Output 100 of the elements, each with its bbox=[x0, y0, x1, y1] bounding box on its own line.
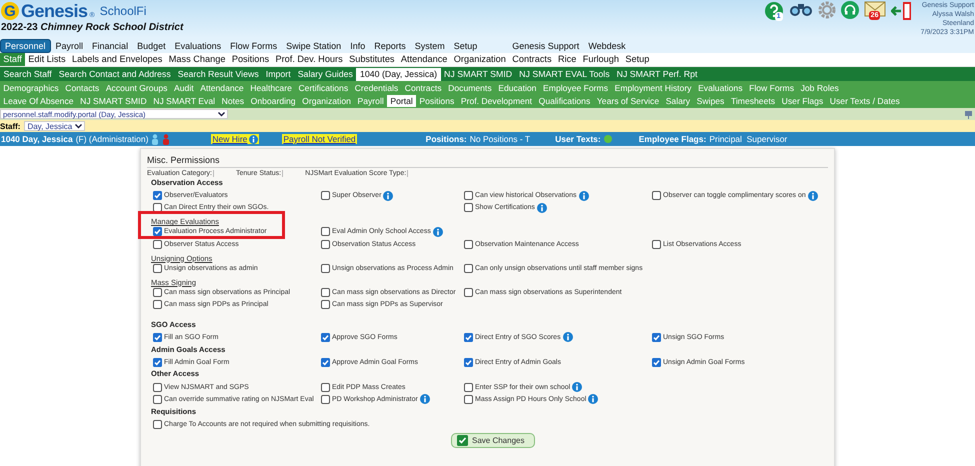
record-tab[interactable]: Attendance bbox=[196, 82, 247, 94]
record-tab[interactable]: Job Roles bbox=[797, 82, 842, 94]
checkbox[interactable] bbox=[464, 203, 473, 212]
record-tab[interactable]: Documents bbox=[444, 82, 495, 94]
checkbox[interactable] bbox=[153, 382, 162, 392]
record-tab[interactable]: Timesheets bbox=[728, 94, 778, 107]
record-tab[interactable]: Onboarding bbox=[247, 94, 299, 107]
record-tab[interactable]: Flow Forms bbox=[746, 82, 798, 94]
main-menu-item[interactable]: Personnel bbox=[0, 38, 51, 52]
record-tab[interactable]: Organization bbox=[298, 94, 354, 107]
record-tab[interactable]: Healthcare bbox=[247, 82, 296, 94]
info-icon[interactable] bbox=[588, 394, 598, 404]
record-tab[interactable]: Notes bbox=[218, 94, 248, 107]
exit-door-icon[interactable] bbox=[890, 1, 913, 21]
info-icon[interactable] bbox=[536, 202, 547, 213]
checkbox[interactable] bbox=[464, 288, 473, 297]
main-menu-item[interactable]: Flow Forms bbox=[226, 40, 282, 52]
info-icon[interactable] bbox=[562, 332, 573, 342]
new-hire-link[interactable]: New Hire bbox=[211, 134, 260, 144]
staff-tab[interactable]: Salary Guides bbox=[294, 68, 356, 80]
staff-tab[interactable]: Search Staff bbox=[0, 68, 56, 80]
sub-menu-item[interactable]: Setup bbox=[622, 53, 653, 66]
checkbox[interactable] bbox=[652, 191, 661, 200]
checkbox[interactable] bbox=[464, 332, 473, 342]
staff-tab[interactable]: Search Contact and Address bbox=[55, 68, 174, 80]
sub-menu-item[interactable]: Organization bbox=[450, 53, 510, 66]
main-menu-item[interactable]: System bbox=[410, 40, 449, 52]
record-tab[interactable]: User Flags bbox=[778, 94, 826, 107]
checkbox[interactable] bbox=[321, 358, 330, 367]
headset-icon[interactable] bbox=[840, 1, 859, 19]
record-tab[interactable]: Credentials bbox=[351, 82, 402, 94]
checkbox[interactable] bbox=[153, 264, 162, 273]
main-menu-item[interactable]: Payroll bbox=[52, 40, 88, 52]
info-icon[interactable] bbox=[432, 226, 443, 237]
main-menu-item[interactable]: Genesis Support bbox=[508, 40, 584, 52]
checkbox[interactable] bbox=[464, 394, 473, 404]
checkbox[interactable] bbox=[321, 227, 330, 236]
main-menu-item[interactable]: Webdesk bbox=[584, 40, 630, 52]
record-tab[interactable]: Years of Service bbox=[594, 94, 662, 107]
checkbox[interactable] bbox=[652, 358, 661, 367]
checkbox[interactable] bbox=[153, 332, 162, 342]
record-tab[interactable]: Portal bbox=[387, 94, 416, 107]
checkbox[interactable] bbox=[321, 394, 330, 404]
sub-menu-item[interactable]: Rice bbox=[554, 53, 580, 66]
staff-tab[interactable]: NJ SMART Perf. Rpt bbox=[613, 68, 701, 80]
save-changes-button[interactable]: Save Changes bbox=[451, 433, 536, 448]
main-menu-item[interactable]: Budget bbox=[133, 40, 170, 52]
staff-tab[interactable]: Search Result Views bbox=[174, 68, 262, 80]
checkbox[interactable] bbox=[153, 300, 162, 310]
checkbox[interactable] bbox=[464, 240, 473, 249]
sub-menu-item[interactable]: Staff bbox=[0, 53, 26, 66]
info-icon[interactable] bbox=[420, 394, 430, 404]
checkbox[interactable] bbox=[153, 288, 162, 297]
record-tab[interactable]: Swipes bbox=[693, 94, 728, 107]
record-tab[interactable]: Education bbox=[494, 82, 540, 94]
checkbox[interactable] bbox=[153, 420, 162, 429]
pin-icon[interactable] bbox=[964, 110, 973, 118]
record-tab[interactable]: Contacts bbox=[62, 82, 103, 94]
binoculars-icon[interactable] bbox=[788, 1, 813, 17]
staff-tab[interactable]: Import bbox=[262, 68, 294, 80]
checkbox[interactable] bbox=[153, 203, 162, 212]
checkbox[interactable] bbox=[321, 332, 330, 342]
sub-menu-item[interactable]: Contracts bbox=[509, 53, 555, 66]
info-icon[interactable] bbox=[578, 190, 589, 201]
sub-menu-item[interactable]: Substitutes bbox=[346, 53, 398, 66]
record-tab[interactable]: Contracts bbox=[401, 82, 445, 94]
record-tab[interactable]: Certifications bbox=[295, 82, 352, 94]
record-tab[interactable]: Prof. Development bbox=[458, 94, 536, 107]
checkbox[interactable] bbox=[464, 358, 473, 367]
checkbox[interactable] bbox=[153, 227, 162, 236]
sub-menu-item[interactable]: Mass Change bbox=[166, 53, 229, 66]
checkbox[interactable] bbox=[464, 191, 473, 200]
staff-select[interactable]: Day, Jessica bbox=[24, 121, 86, 131]
info-icon[interactable] bbox=[572, 382, 582, 392]
record-tab[interactable]: Account Groups bbox=[102, 82, 171, 94]
main-menu-item[interactable]: Setup bbox=[450, 40, 482, 52]
record-tab[interactable]: Salary bbox=[662, 94, 694, 107]
record-tab[interactable]: Demographics bbox=[0, 82, 62, 94]
checkbox[interactable] bbox=[464, 264, 473, 273]
staff-tab[interactable]: 1040 (Day, Jessica) bbox=[356, 68, 441, 80]
payroll-status-link[interactable]: Payroll Not Verified bbox=[282, 134, 357, 144]
sub-menu-item[interactable]: Attendance bbox=[398, 53, 451, 66]
staff-tab[interactable]: NJ SMART EVAL Tools bbox=[516, 68, 614, 80]
sub-menu-item[interactable]: Positions bbox=[228, 53, 272, 66]
checkbox[interactable] bbox=[153, 394, 162, 404]
checkbox[interactable] bbox=[321, 240, 330, 249]
checkbox[interactable] bbox=[321, 191, 330, 200]
checkbox[interactable] bbox=[652, 240, 661, 249]
record-tab[interactable]: User Texts / Dates bbox=[826, 94, 904, 107]
main-menu-item[interactable]: Reports bbox=[370, 40, 410, 52]
staff-tab[interactable]: NJ SMART SMID bbox=[440, 68, 516, 80]
record-tab[interactable]: Employment History bbox=[611, 82, 695, 94]
checkbox[interactable] bbox=[652, 332, 661, 342]
record-tab[interactable]: Evaluations bbox=[694, 82, 746, 94]
record-tab[interactable]: Qualifications bbox=[535, 94, 594, 107]
info-icon[interactable] bbox=[808, 190, 818, 201]
sub-menu-item[interactable]: Furlough bbox=[580, 53, 622, 66]
sub-menu-item[interactable]: Prof. Dev. Hours bbox=[272, 53, 346, 66]
record-tab[interactable]: Leave Of Absence bbox=[0, 94, 77, 107]
main-menu-item[interactable]: Info bbox=[346, 40, 370, 52]
